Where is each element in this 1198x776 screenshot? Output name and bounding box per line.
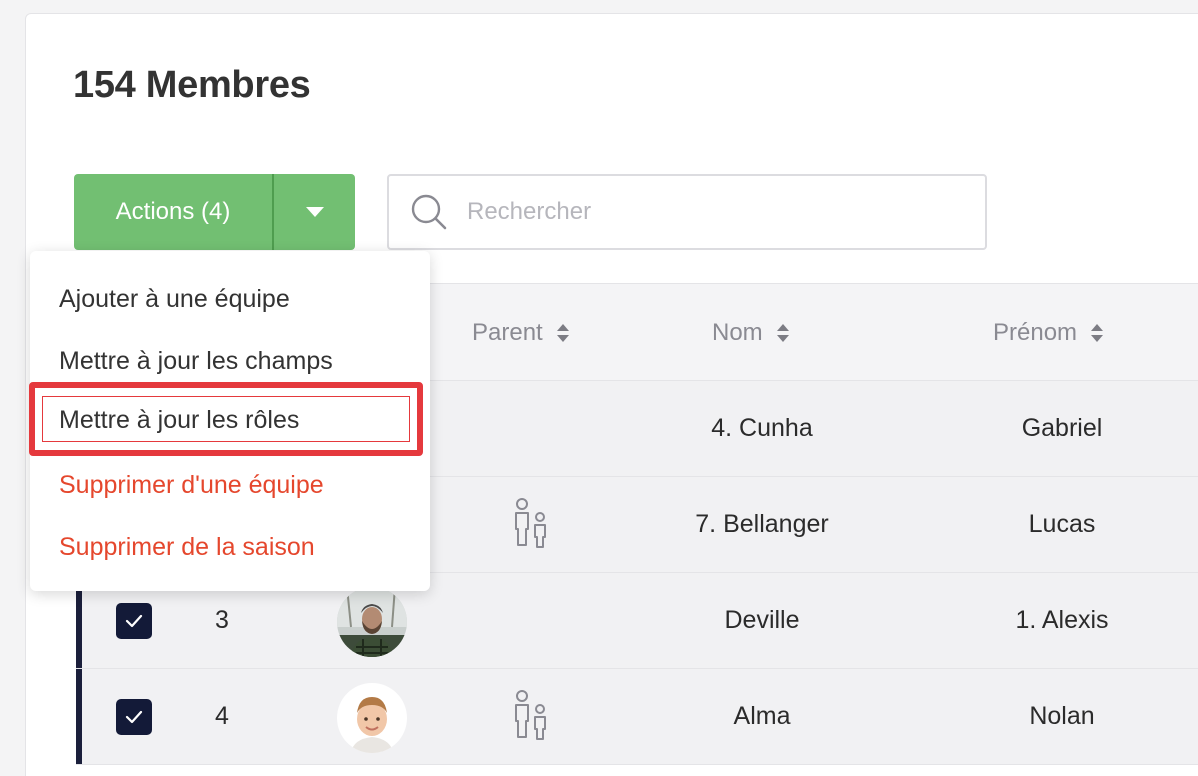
- menu-item-remove-from-team[interactable]: Supprimer d'une équipe: [59, 471, 324, 500]
- search-input[interactable]: [467, 198, 947, 226]
- column-label: Parent: [472, 318, 543, 346]
- menu-item-update-fields[interactable]: Mettre à jour les champs: [59, 347, 333, 376]
- sort-icon[interactable]: [556, 323, 569, 342]
- column-label: Prénom: [993, 318, 1078, 346]
- cell-prenom: Nolan: [1029, 702, 1095, 730]
- checkmark-icon: [125, 614, 143, 628]
- column-header-parent[interactable]: Parent: [472, 284, 569, 381]
- parent-icon: [515, 690, 546, 740]
- parent-icon: [515, 498, 546, 548]
- cell-nom: Alma: [733, 702, 791, 730]
- table-row[interactable]: 4 Alma Nolan: [76, 669, 1198, 765]
- actions-dropdown-toggle[interactable]: [274, 174, 355, 250]
- cell-nom: 4. Cunha: [711, 414, 813, 442]
- row-checkbox[interactable]: [116, 699, 152, 735]
- selection-indicator: [76, 669, 82, 764]
- actions-button[interactable]: Actions (4): [74, 174, 274, 250]
- cell-number: 4: [215, 702, 229, 730]
- page-title: 154 Membres: [73, 64, 311, 106]
- menu-item-add-to-team[interactable]: Ajouter à une équipe: [59, 285, 290, 314]
- cell-nom: Deville: [724, 606, 800, 634]
- sort-icon[interactable]: [776, 323, 789, 342]
- search-icon: [411, 194, 447, 230]
- column-header-prenom[interactable]: Prénom: [993, 284, 1104, 381]
- sort-icon[interactable]: [1091, 323, 1104, 342]
- chevron-down-icon: [305, 207, 324, 217]
- cell-nom: 7. Bellanger: [695, 510, 829, 538]
- column-header-nom[interactable]: Nom: [712, 284, 789, 381]
- column-label: Nom: [712, 318, 763, 346]
- cell-prenom: Lucas: [1028, 510, 1096, 538]
- search-box[interactable]: [387, 174, 987, 250]
- cell-prenom: 1. Alexis: [1015, 606, 1109, 634]
- row-checkbox[interactable]: [116, 603, 152, 639]
- avatar: [337, 683, 407, 753]
- checkmark-icon: [125, 710, 143, 724]
- avatar: [337, 587, 407, 657]
- actions-split-button[interactable]: Actions (4): [74, 174, 355, 250]
- cell-prenom: Gabriel: [1021, 414, 1103, 442]
- menu-item-update-roles[interactable]: Mettre à jour les rôles: [59, 406, 299, 435]
- menu-item-remove-from-season[interactable]: Supprimer de la saison: [59, 533, 315, 562]
